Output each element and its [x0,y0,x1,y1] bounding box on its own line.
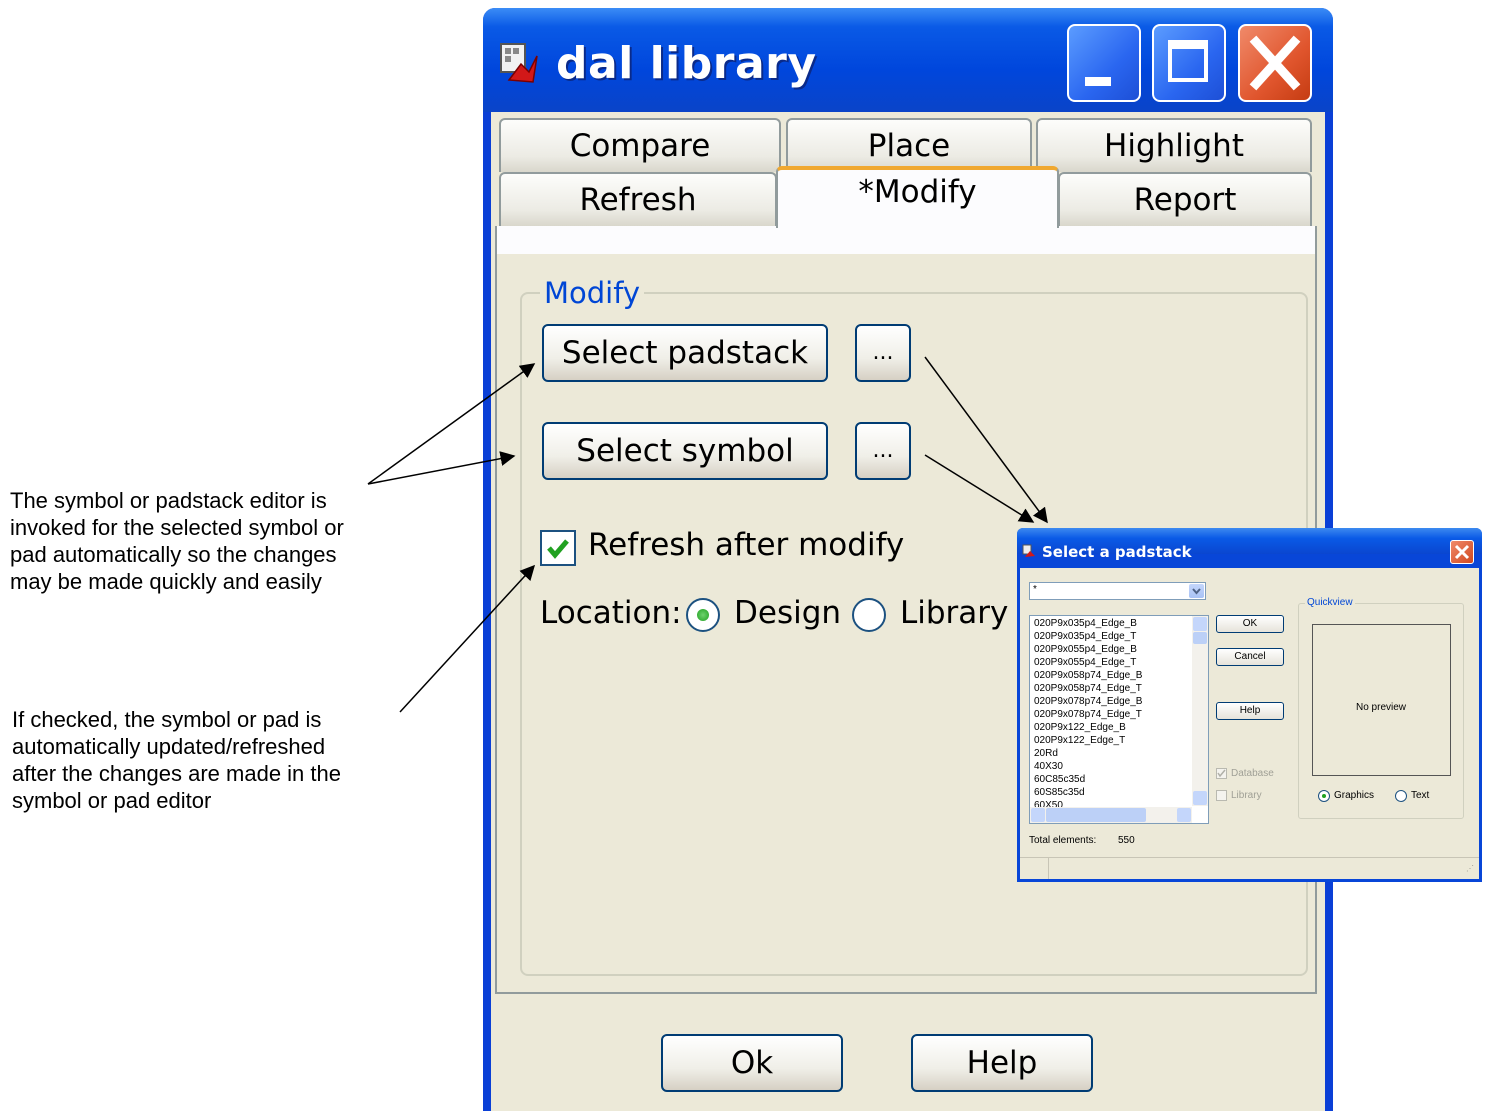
arrow-to-padstack [367,363,536,485]
arrow-to-checkbox [399,564,536,713]
annotation-arrows [367,356,1048,713]
arrow-padstack-browse [924,356,1048,524]
arrow-to-symbol [367,451,516,485]
arrow-symbol-browse [924,454,1035,523]
